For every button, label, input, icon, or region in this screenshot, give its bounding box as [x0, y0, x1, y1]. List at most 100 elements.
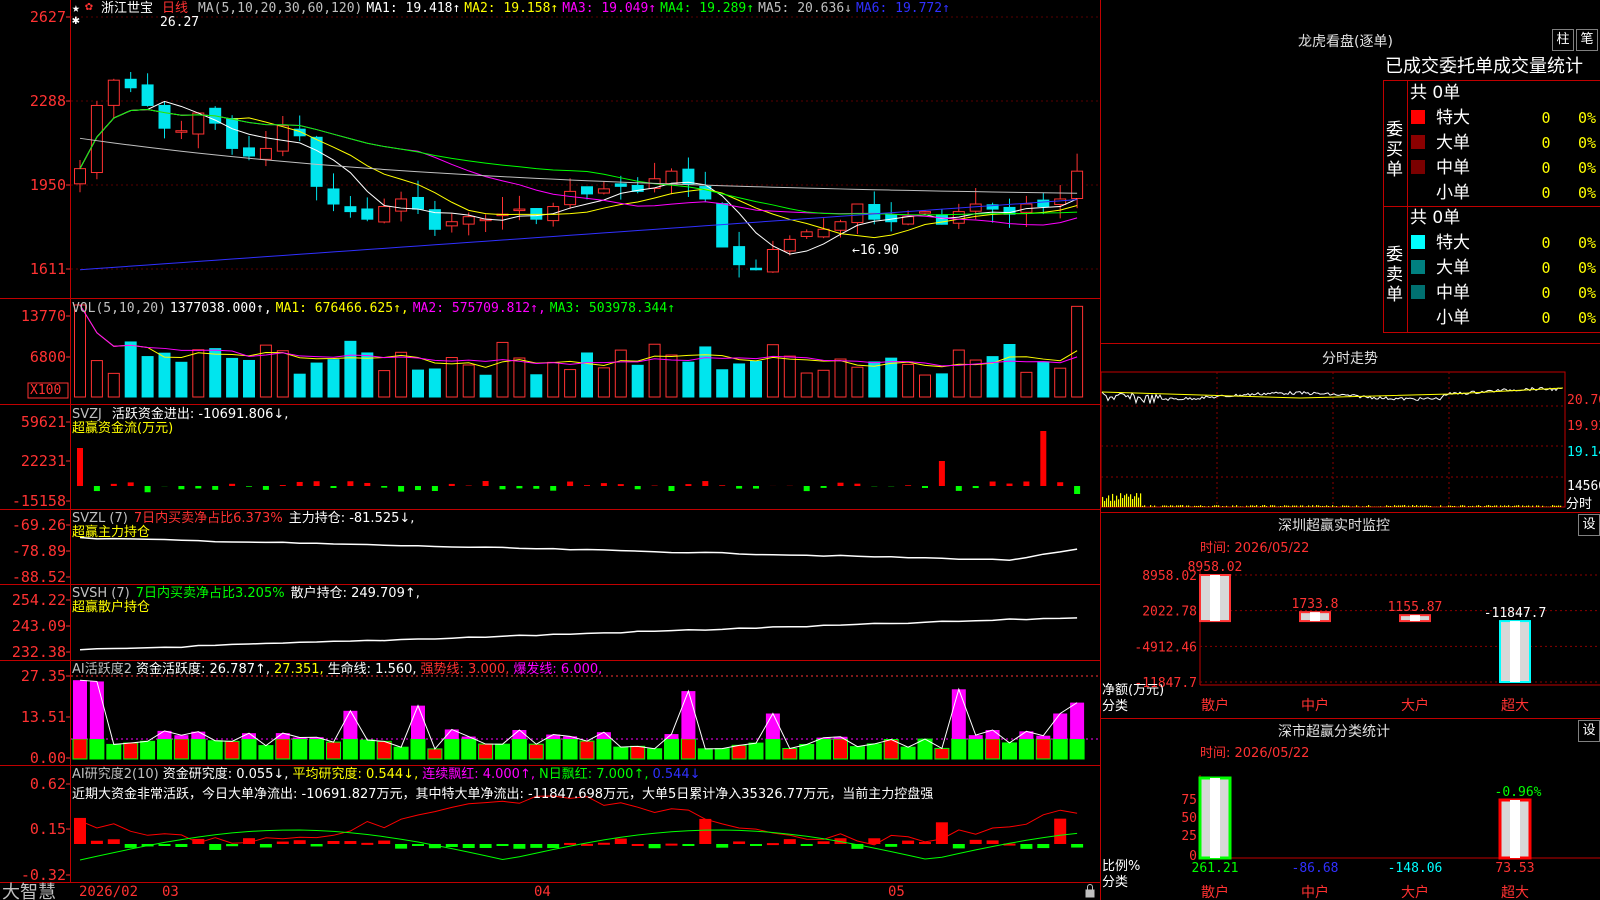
volume-bar[interactable] — [428, 368, 441, 398]
money-flow-bar[interactable] — [516, 486, 523, 489]
activity-bar[interactable] — [224, 740, 240, 760]
money-flow-bar[interactable] — [617, 484, 624, 486]
intraday-chart[interactable]: 20.70 19.92 19.14 14560 — [1100, 371, 1600, 508]
volume-bar[interactable] — [158, 352, 171, 398]
research-bar[interactable] — [158, 844, 171, 846]
volume-bar[interactable] — [361, 352, 374, 398]
candle-body[interactable] — [1054, 198, 1067, 205]
money-flow-bar[interactable] — [347, 481, 354, 486]
volume-bar[interactable] — [766, 344, 779, 398]
activity-bar[interactable] — [140, 740, 156, 760]
activity-bar[interactable] — [1052, 738, 1068, 760]
activity-bar[interactable] — [326, 741, 341, 760]
candle-body[interactable] — [259, 147, 272, 160]
activity-bar[interactable] — [1035, 738, 1051, 760]
volume-bar[interactable] — [547, 361, 560, 398]
activity-bar[interactable] — [427, 748, 443, 760]
activity-bar[interactable] — [495, 743, 510, 760]
research-bar[interactable] — [986, 840, 999, 844]
research-bar[interactable] — [750, 844, 762, 846]
research-bar[interactable] — [412, 844, 424, 846]
volume-bar[interactable] — [834, 358, 847, 398]
money-flow-bar[interactable] — [1040, 431, 1047, 486]
activity-bar[interactable] — [123, 742, 139, 760]
money-flow-bar[interactable] — [685, 484, 692, 486]
research-bar[interactable] — [564, 842, 577, 845]
svzl-chart[interactable] — [79, 536, 1078, 561]
activity-bar[interactable] — [748, 742, 764, 760]
volume-bar[interactable] — [1020, 371, 1033, 398]
research-bar[interactable] — [462, 844, 475, 849]
activity-bar[interactable] — [1002, 742, 1017, 760]
candle-body[interactable] — [344, 206, 357, 213]
volume-bar[interactable] — [462, 364, 475, 398]
activity-bar[interactable] — [359, 739, 375, 760]
activity-bar[interactable] — [883, 739, 899, 760]
activity-bar[interactable] — [478, 743, 494, 760]
research-bar[interactable] — [699, 818, 712, 844]
money-flow-bar[interactable] — [803, 486, 810, 492]
candle-body[interactable] — [141, 84, 154, 106]
money-flow-bar[interactable] — [719, 485, 726, 486]
activity-bar[interactable] — [528, 743, 544, 760]
volume-bar[interactable] — [581, 352, 593, 398]
activity-bar[interactable] — [900, 746, 916, 760]
research-bar[interactable] — [259, 844, 272, 848]
ai-research-chart[interactable] — [74, 795, 1084, 861]
money-flow-bar[interactable] — [702, 481, 709, 486]
research-bar[interactable] — [885, 844, 898, 847]
activity-bar[interactable] — [968, 738, 984, 760]
volume-bar[interactable] — [310, 362, 323, 398]
volume-bar[interactable] — [378, 370, 391, 398]
research-bar[interactable] — [716, 844, 729, 848]
activity-bar[interactable] — [157, 738, 172, 760]
money-flow-bar[interactable] — [431, 486, 438, 491]
activity-bar[interactable] — [613, 746, 629, 760]
money-flow-bar[interactable] — [110, 483, 117, 486]
research-bar[interactable] — [395, 844, 408, 849]
candle-body[interactable] — [969, 203, 982, 212]
activity-bar[interactable] — [596, 738, 612, 760]
candle-body[interactable] — [462, 216, 475, 225]
volume-bar[interactable] — [513, 357, 526, 398]
activity-bar[interactable] — [985, 738, 1001, 760]
money-flow-bar[interactable] — [77, 448, 83, 486]
activity-bar[interactable] — [833, 738, 848, 760]
volume-bar[interactable] — [1054, 367, 1067, 398]
candle-body[interactable] — [513, 208, 526, 212]
activity-bar[interactable] — [647, 748, 663, 760]
activity-bar[interactable] — [207, 740, 223, 760]
research-bar[interactable] — [496, 844, 509, 846]
activity-bar-burst[interactable] — [174, 735, 189, 739]
research-bar[interactable] — [90, 840, 103, 844]
candle-body[interactable] — [868, 204, 881, 220]
volume-bar[interactable] — [817, 369, 830, 398]
money-flow-bar[interactable] — [1057, 482, 1064, 486]
candle-body[interactable] — [175, 130, 188, 133]
activity-bar-burst[interactable] — [343, 710, 358, 739]
candle-body[interactable] — [243, 147, 255, 157]
volume-bar[interactable] — [631, 364, 644, 398]
money-flow-bar[interactable] — [1006, 483, 1013, 486]
activity-bar-burst[interactable] — [1053, 713, 1068, 739]
research-bar[interactable] — [648, 844, 661, 849]
money-flow-bar[interactable] — [93, 486, 100, 492]
volume-bar[interactable] — [124, 341, 137, 398]
activity-bar[interactable] — [275, 738, 291, 760]
volume-bar[interactable] — [175, 361, 188, 398]
activity-bar-burst[interactable] — [89, 681, 104, 739]
candle-body[interactable] — [445, 221, 458, 227]
volume-bar[interactable] — [952, 349, 965, 398]
money-flow-bar[interactable] — [330, 486, 337, 489]
volume-bar[interactable] — [851, 366, 864, 398]
activity-bar-burst[interactable] — [444, 729, 459, 739]
money-flow-bar[interactable] — [837, 482, 844, 486]
activity-bar[interactable] — [664, 738, 679, 760]
money-flow-bar[interactable] — [398, 486, 405, 492]
money-flow-bar[interactable] — [989, 481, 996, 486]
money-flow-bar[interactable] — [905, 485, 912, 486]
money-flow-bar[interactable] — [364, 482, 371, 486]
volume-bar[interactable] — [530, 374, 543, 398]
volume-bar[interactable] — [665, 354, 678, 398]
candle-body[interactable] — [412, 196, 424, 210]
